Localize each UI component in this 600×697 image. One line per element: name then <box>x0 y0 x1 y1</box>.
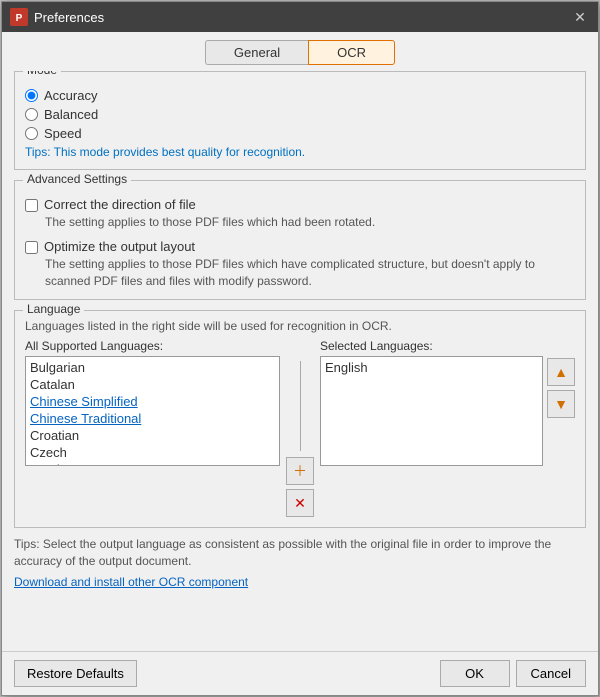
window-title: Preferences <box>34 10 570 25</box>
mode-balanced-label[interactable]: Balanced <box>44 107 98 122</box>
move-down-button[interactable]: ▼ <box>547 390 575 418</box>
mode-tips: Tips: This mode provides best quality fo… <box>25 145 575 159</box>
correct-direction-desc: The setting applies to those PDF files w… <box>45 214 575 231</box>
list-item[interactable]: Bulgarian <box>26 359 279 376</box>
correct-direction-checkbox[interactable] <box>25 199 38 212</box>
mode-accuracy-label[interactable]: Accuracy <box>44 88 97 103</box>
tips-bottom: Tips: Select the output language as cons… <box>14 536 586 570</box>
optimize-layout-label[interactable]: Optimize the output layout <box>44 239 195 254</box>
all-languages-label: All Supported Languages: <box>25 339 280 353</box>
mode-section: Mode Accuracy Balanced Speed Tips: This … <box>14 71 586 170</box>
tab-general[interactable]: General <box>205 40 308 65</box>
language-desc: Languages listed in the right side will … <box>25 319 575 333</box>
correct-direction-label[interactable]: Correct the direction of file <box>44 197 196 212</box>
list-item[interactable]: Chinese Simplified <box>26 393 279 410</box>
footer-left: Restore Defaults <box>14 660 434 687</box>
selected-languages-block: Selected Languages: English ▲ ▼ <box>320 339 575 466</box>
mode-radio-group: Accuracy Balanced Speed <box>25 88 575 141</box>
mode-balanced-item: Balanced <box>25 107 575 122</box>
list-item[interactable]: Czech <box>26 444 279 461</box>
mode-section-title: Mode <box>23 71 61 77</box>
mode-balanced-radio[interactable] <box>25 108 38 121</box>
correct-direction-row: Correct the direction of file <box>25 197 575 212</box>
mode-accuracy-item: Accuracy <box>25 88 575 103</box>
svg-text:P: P <box>16 13 23 24</box>
all-languages-listbox[interactable]: Bulgarian Catalan Chinese Simplified Chi… <box>25 356 280 466</box>
advanced-section: Advanced Settings Correct the direction … <box>14 180 586 300</box>
language-section-title: Language <box>23 302 84 316</box>
footer: Restore Defaults OK Cancel <box>2 651 598 695</box>
tab-ocr[interactable]: OCR <box>308 40 395 65</box>
mode-speed-item: Speed <box>25 126 575 141</box>
download-link[interactable]: Download and install other OCR component <box>14 575 248 589</box>
list-item[interactable]: Dutch <box>26 461 279 466</box>
mode-speed-radio[interactable] <box>25 127 38 140</box>
list-item[interactable]: English <box>321 359 542 376</box>
mode-accuracy-radio[interactable] <box>25 89 38 102</box>
close-button[interactable]: ✕ <box>570 7 590 27</box>
ok-button[interactable]: OK <box>440 660 510 687</box>
move-up-button[interactable]: ▲ <box>547 358 575 386</box>
titlebar: P Preferences ✕ <box>2 2 598 32</box>
cancel-button[interactable]: Cancel <box>516 660 586 687</box>
tabs-bar: General OCR <box>2 32 598 71</box>
list-item[interactable]: Chinese Traditional <box>26 410 279 427</box>
optimize-layout-checkbox[interactable] <box>25 241 38 254</box>
optimize-layout-desc: The setting applies to those PDF files w… <box>45 256 575 290</box>
advanced-section-title: Advanced Settings <box>23 172 131 186</box>
remove-language-button[interactable]: ✕ <box>286 489 314 517</box>
language-section: Language Languages listed in the right s… <box>14 310 586 528</box>
restore-defaults-button[interactable]: Restore Defaults <box>14 660 137 687</box>
content-area: Mode Accuracy Balanced Speed Tips: This … <box>2 71 598 651</box>
selected-languages-label: Selected Languages: <box>320 339 575 353</box>
add-language-button[interactable]: ＋ <box>286 457 314 485</box>
language-columns: All Supported Languages: Bulgarian Catal… <box>25 339 575 517</box>
optimize-layout-row: Optimize the output layout <box>25 239 575 254</box>
app-icon: P <box>10 8 28 26</box>
mode-speed-label[interactable]: Speed <box>44 126 82 141</box>
preferences-window: P Preferences ✕ General OCR Mode Accurac… <box>1 1 599 696</box>
all-languages-block: All Supported Languages: Bulgarian Catal… <box>25 339 280 466</box>
list-item[interactable]: Catalan <box>26 376 279 393</box>
selected-languages-listbox[interactable]: English <box>320 356 543 466</box>
list-item[interactable]: Croatian <box>26 427 279 444</box>
